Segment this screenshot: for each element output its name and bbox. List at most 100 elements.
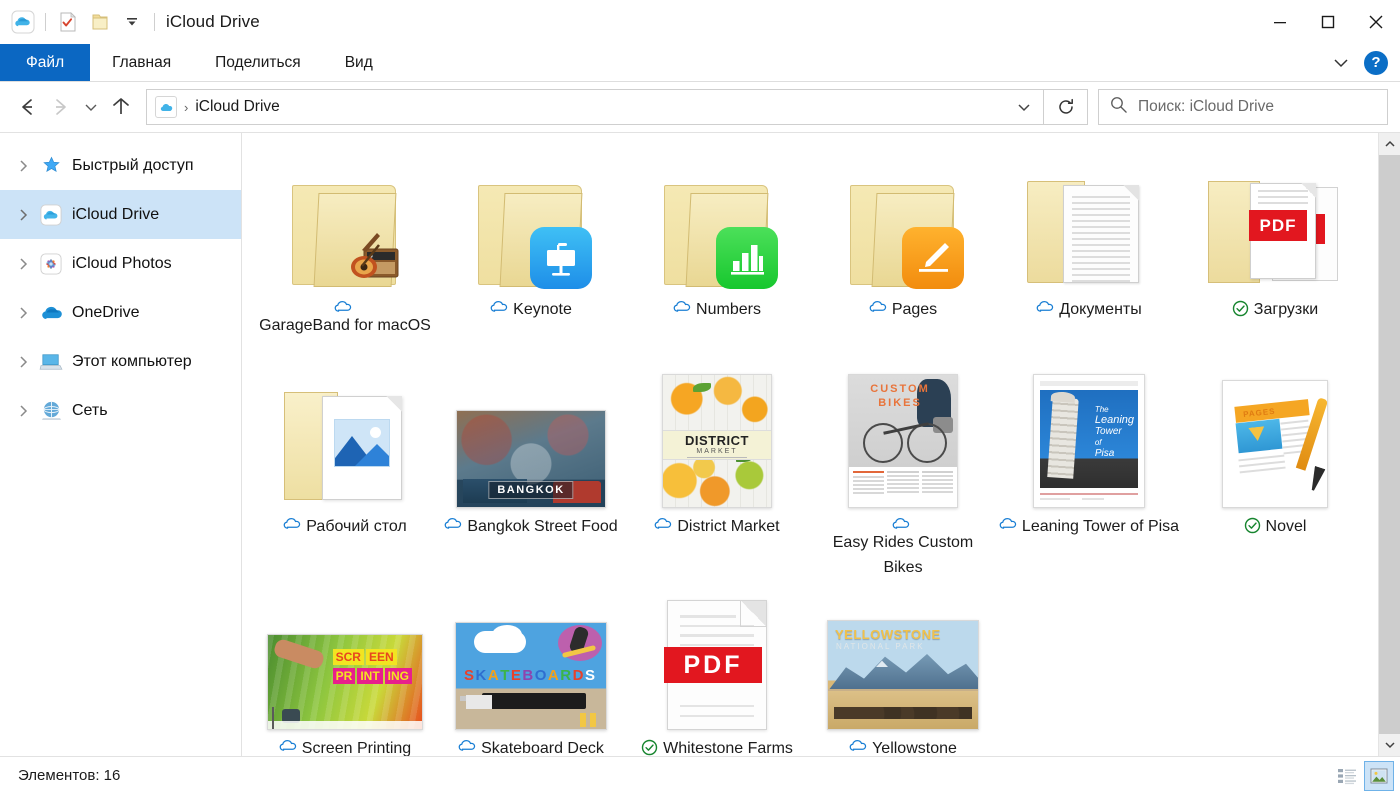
- breadcrumb-icloud-drive[interactable]: iCloud Drive: [195, 98, 279, 116]
- file-item[interactable]: BANGKOK Bangkok Street Food: [438, 364, 624, 586]
- easy-rides-title-text: CUSTOM: [857, 383, 943, 395]
- expand-ribbon-chevron-down-icon[interactable]: [1328, 50, 1354, 76]
- easy-rides-sub-text: BIKES: [857, 397, 943, 409]
- file-item[interactable]: Документы: [996, 139, 1182, 364]
- chevron-right-icon[interactable]: [10, 405, 36, 417]
- file-item[interactable]: PDF PDF Загрузки: [1182, 139, 1368, 364]
- item-count: Элементов: 16: [18, 767, 120, 784]
- thumbnail: [441, 143, 621, 291]
- file-item[interactable]: YELLOWSTONE NATIONAL PARK Yellowstone: [810, 586, 996, 756]
- chevron-right-icon[interactable]: [10, 258, 36, 270]
- tab-view[interactable]: Вид: [323, 44, 395, 81]
- thumbnail: SCR EEN PR INT ING: [255, 590, 435, 730]
- help-button[interactable]: ?: [1364, 51, 1388, 75]
- tab-share[interactable]: Поделиться: [193, 44, 323, 81]
- scroll-up-arrow-icon[interactable]: [1379, 133, 1400, 155]
- maximize-button[interactable]: [1304, 0, 1352, 44]
- recent-locations-chevron-down-icon[interactable]: [78, 90, 104, 124]
- file-item[interactable]: The Leaning Tower of Pisa: [996, 364, 1182, 586]
- thumbnail: DISTRICT MARKET: [627, 368, 807, 508]
- file-caption: Numbers: [673, 297, 761, 322]
- customize-dropdown-icon[interactable]: [117, 7, 147, 37]
- close-button[interactable]: [1352, 0, 1400, 44]
- file-item[interactable]: CUSTOM BIKES: [810, 364, 996, 586]
- district-market-thumbnail: DISTRICT MARKET: [662, 374, 772, 508]
- file-name: Leaning Tower of Pisa: [1022, 514, 1179, 539]
- file-name: Keynote: [513, 297, 572, 322]
- properties-icon[interactable]: [53, 7, 83, 37]
- screen-printing-thumbnail: SCR EEN PR INT ING: [267, 634, 423, 730]
- window-controls: [1256, 0, 1400, 44]
- file-item[interactable]: DISTRICT MARKET District Market: [624, 364, 810, 586]
- address-dropdown-chevron-down-icon[interactable]: [1009, 90, 1039, 124]
- bangkok-caption-text: BANGKOK: [488, 481, 573, 499]
- refresh-button[interactable]: [1044, 89, 1088, 125]
- file-item[interactable]: Numbers: [624, 139, 810, 364]
- cloud-icon: [892, 514, 910, 530]
- search-placeholder: Поиск: iCloud Drive: [1138, 98, 1274, 116]
- icloud-icon[interactable]: [8, 7, 38, 37]
- chevron-right-icon[interactable]: [10, 209, 36, 221]
- thumbnail: [255, 368, 435, 508]
- title-bar: iCloud Drive: [0, 0, 1400, 44]
- bangkok-thumbnail: BANGKOK: [456, 410, 606, 508]
- file-item[interactable]: GarageBand for macOS: [252, 139, 438, 364]
- quick-access-toolbar: [8, 7, 160, 37]
- file-item[interactable]: SCR EEN PR INT ING: [252, 586, 438, 756]
- file-item[interactable]: Рабочий стол: [252, 364, 438, 586]
- forward-button[interactable]: [44, 90, 78, 124]
- file-name: Yellowstone: [872, 736, 957, 756]
- address-path-box[interactable]: › iCloud Drive: [146, 89, 1044, 125]
- sidebar-item-network[interactable]: Сеть: [0, 386, 241, 435]
- details-view-button[interactable]: [1332, 761, 1362, 791]
- navigation-pane: Быстрый доступ iCloud Drive: [0, 133, 242, 756]
- file-item[interactable]: Keynote: [438, 139, 624, 364]
- sidebar-item-this-pc[interactable]: Этот компьютер: [0, 337, 241, 386]
- window-title: iCloud Drive: [166, 12, 260, 32]
- search-input[interactable]: Поиск: iCloud Drive: [1098, 89, 1388, 125]
- large-icons-view-button[interactable]: [1364, 761, 1394, 791]
- chevron-right-icon[interactable]: [10, 307, 36, 319]
- tab-file[interactable]: Файл: [0, 44, 90, 81]
- chevron-right-icon[interactable]: [10, 356, 36, 368]
- icloud-drive-path-icon: [155, 96, 177, 118]
- sidebar-item-onedrive[interactable]: OneDrive: [0, 288, 241, 337]
- file-name: Numbers: [696, 297, 761, 322]
- file-name: District Market: [677, 514, 779, 539]
- file-item[interactable]: PDF Whitestone Farms: [624, 586, 810, 756]
- ribbon-tabs: Файл Главная Поделиться Вид ?: [0, 44, 1400, 82]
- skateboard-thumbnail: SKATEBOARDS: [455, 622, 607, 730]
- back-button[interactable]: [10, 90, 44, 124]
- file-item[interactable]: Pages: [810, 139, 996, 364]
- pages-icon: [902, 227, 964, 289]
- yellowstone-title-text: YELLOWSTONE: [835, 627, 941, 642]
- file-item[interactable]: SKATEBOARDS: [438, 586, 624, 756]
- sidebar-item-quick-access[interactable]: Быстрый доступ: [0, 141, 241, 190]
- file-name: Novel: [1266, 514, 1307, 539]
- folder-with-pdfs-icon: PDF PDF: [1208, 173, 1342, 291]
- thumbnail: YELLOWSTONE NATIONAL PARK: [813, 590, 993, 730]
- sidebar-label: Этот компьютер: [72, 353, 192, 371]
- vertical-scrollbar[interactable]: [1378, 133, 1400, 756]
- easy-rides-thumbnail: CUSTOM BIKES: [848, 374, 958, 508]
- cloud-icon: [490, 297, 508, 313]
- thumbnail: [255, 143, 435, 291]
- scrollbar-thumb[interactable]: [1379, 155, 1400, 734]
- minimize-button[interactable]: [1256, 0, 1304, 44]
- scroll-down-arrow-icon[interactable]: [1379, 734, 1400, 756]
- folder-icon: [658, 179, 776, 291]
- new-folder-icon[interactable]: [85, 7, 115, 37]
- sidebar-item-icloud-photos[interactable]: iCloud Photos: [0, 239, 241, 288]
- tab-home[interactable]: Главная: [90, 44, 193, 81]
- file-item[interactable]: PAGES: [1182, 364, 1368, 586]
- file-list-view: GarageBand for macOS: [242, 133, 1400, 756]
- sidebar-item-icloud-drive[interactable]: iCloud Drive: [0, 190, 241, 239]
- up-button[interactable]: [104, 90, 138, 124]
- ribbon-right-controls: ?: [1328, 44, 1400, 81]
- chevron-right-icon[interactable]: [10, 160, 36, 172]
- cloud-icon: [1036, 297, 1054, 313]
- breadcrumb-separator: ›: [184, 100, 188, 115]
- district-title-text: DISTRICT: [685, 433, 749, 448]
- file-name: Документы: [1059, 297, 1141, 322]
- cloud-icon: [279, 736, 297, 752]
